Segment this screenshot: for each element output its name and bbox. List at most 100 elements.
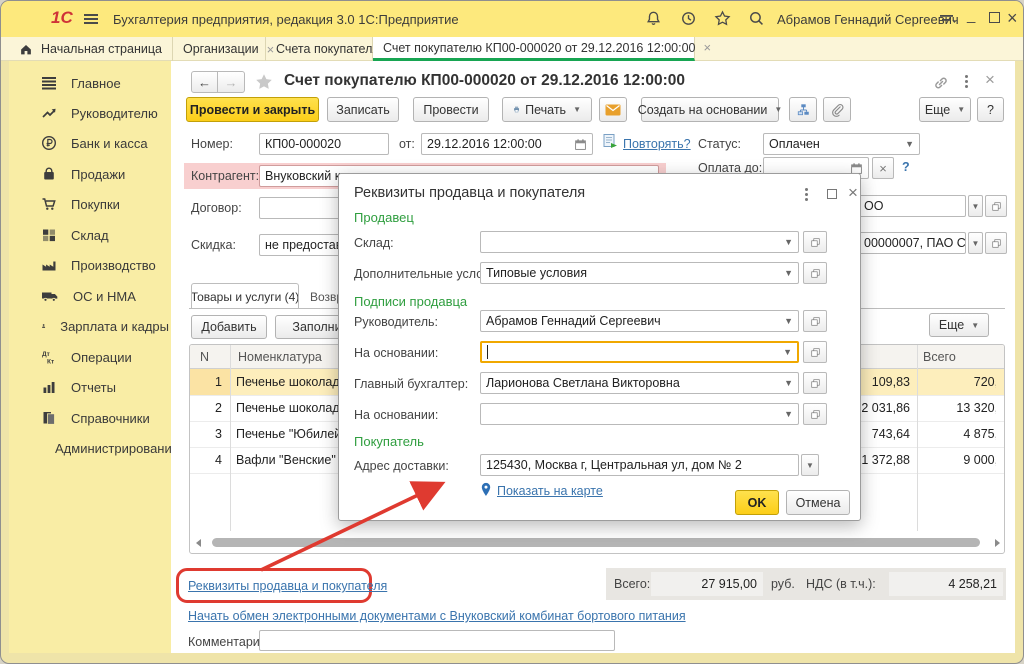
- sidebar-item-purchases[interactable]: Покупки: [19, 190, 169, 218]
- comment-input[interactable]: [259, 630, 615, 651]
- row-total: 13 320,00: [920, 401, 996, 415]
- organization-open-button[interactable]: [985, 195, 1007, 217]
- favorite-star-icon[interactable]: [254, 72, 274, 92]
- cart-icon: [41, 196, 57, 212]
- accountant-field[interactable]: Ларионова Светлана Викторовна▼: [480, 372, 799, 394]
- table-more-button[interactable]: Еще▼: [929, 313, 989, 337]
- post-button[interactable]: Провести: [413, 97, 489, 122]
- form-more-button[interactable]: Еще▼: [919, 97, 971, 122]
- add-row-button[interactable]: Добавить: [191, 315, 267, 339]
- form-more-icon[interactable]: [965, 75, 968, 88]
- help-button[interactable]: ?: [977, 97, 1004, 122]
- warehouse-open-button[interactable]: [803, 231, 827, 253]
- sidebar-item-salary-hr[interactable]: Зарплата и кадры: [19, 312, 169, 340]
- sidebar-item-administration[interactable]: Администрирование: [19, 434, 169, 462]
- search-icon[interactable]: [748, 10, 765, 27]
- basis2-field[interactable]: ▼: [480, 403, 799, 425]
- conditions-field[interactable]: Типовые условия▼: [480, 262, 799, 284]
- address-field[interactable]: 125430, Москва г, Центральная ул, дом № …: [480, 454, 799, 476]
- basis2-open-button[interactable]: [803, 403, 827, 425]
- warehouse-field[interactable]: ▼: [480, 231, 799, 253]
- forward-button[interactable]: →: [218, 71, 245, 93]
- tab-goods-services[interactable]: Товары и услуги (4): [191, 283, 299, 309]
- bank-account-open-button[interactable]: [985, 232, 1007, 254]
- current-user[interactable]: Абрамов Геннадий Сергеевич: [777, 12, 959, 27]
- dialog-maximize-icon[interactable]: [827, 189, 837, 199]
- get-link-icon[interactable]: [933, 75, 949, 91]
- col-header-nomenclature[interactable]: Номенклатура: [238, 350, 322, 364]
- email-button[interactable]: [599, 97, 627, 122]
- conditions-open-button[interactable]: [803, 262, 827, 284]
- sidebar-item-sales[interactable]: Продажи: [19, 160, 169, 188]
- print-button[interactable]: Печать▼: [502, 97, 592, 122]
- sidebar-item-directories[interactable]: Справочники: [19, 404, 169, 432]
- accountant-open-button[interactable]: [803, 372, 827, 394]
- main-menu-icon[interactable]: [83, 12, 99, 26]
- clear-date-button[interactable]: ×: [872, 157, 894, 179]
- history-icon[interactable]: [680, 10, 697, 27]
- pay-until-help-link[interactable]: ?: [902, 160, 910, 174]
- head-open-button[interactable]: [803, 310, 827, 332]
- minimize-icon[interactable]: _: [967, 7, 975, 24]
- sidebar-item-reports[interactable]: Отчеты: [19, 373, 169, 401]
- address-dropdown-button[interactable]: ▼: [801, 454, 819, 476]
- dialog-close-icon[interactable]: ×: [848, 183, 858, 203]
- form-close-icon[interactable]: ×: [985, 70, 995, 90]
- window-tab-bar: Начальная страница Организации× Счета по…: [1, 37, 1024, 61]
- structure-button[interactable]: [789, 97, 817, 122]
- cancel-button[interactable]: Отмена: [786, 490, 850, 515]
- scroll-left-icon[interactable]: [196, 539, 201, 547]
- sidebar-item-manager[interactable]: Руководителю: [19, 99, 169, 127]
- back-button[interactable]: ←: [191, 71, 218, 93]
- dialog-more-icon[interactable]: [805, 188, 808, 201]
- sidebar-item-main[interactable]: Главное: [19, 69, 169, 97]
- organization-dropdown-button[interactable]: ▼: [968, 195, 983, 217]
- sidebar-item-production[interactable]: Производство: [19, 251, 169, 279]
- edi-exchange-link[interactable]: Начать обмен электронными документами с …: [188, 609, 686, 623]
- horizontal-scrollbar[interactable]: [194, 536, 1000, 549]
- ok-button[interactable]: OK: [735, 490, 779, 515]
- basis1-field-focused[interactable]: ▼: [480, 341, 799, 363]
- chevron-down-icon[interactable]: ▼: [780, 378, 793, 388]
- attachments-button[interactable]: [823, 97, 851, 122]
- tab-close-icon[interactable]: ×: [704, 40, 712, 55]
- scrollbar-thumb[interactable]: [212, 538, 980, 547]
- head-field[interactable]: Абрамов Геннадий Сергеевич▼: [480, 310, 799, 332]
- date-field[interactable]: 29.12.2016 12:00:00: [421, 133, 593, 155]
- tab-customer-invoices[interactable]: Счета покупателям×: [266, 37, 373, 61]
- chevron-down-icon[interactable]: ▼: [780, 409, 793, 419]
- calendar-icon[interactable]: [574, 138, 587, 151]
- user-settings-icon[interactable]: [939, 12, 957, 26]
- chevron-down-icon[interactable]: ▼: [780, 237, 793, 247]
- notifications-bell-icon[interactable]: [645, 10, 662, 27]
- chevron-down-icon[interactable]: ▼: [780, 268, 793, 278]
- chevron-down-icon[interactable]: ▼: [780, 316, 793, 326]
- register-records-icon[interactable]: [602, 133, 619, 149]
- tab-organizations[interactable]: Организации×: [173, 37, 266, 61]
- col-header-total[interactable]: Всего: [923, 350, 956, 364]
- seller-buyer-details-link[interactable]: Реквизиты продавца и покупателя: [188, 579, 387, 593]
- chevron-down-icon[interactable]: ▼: [901, 139, 914, 149]
- sidebar-item-warehouse[interactable]: Склад: [19, 221, 169, 249]
- sidebar-item-bank-cash[interactable]: Банк и касса: [19, 129, 169, 157]
- repeat-link[interactable]: Повторять?: [623, 137, 691, 151]
- post-and-close-button[interactable]: Провести и закрыть: [186, 97, 319, 122]
- bank-account-dropdown-button[interactable]: ▼: [968, 232, 983, 254]
- status-select[interactable]: Оплачен▼: [763, 133, 920, 155]
- tab-home[interactable]: Начальная страница: [9, 37, 173, 61]
- col-header-n[interactable]: N: [200, 350, 209, 364]
- chevron-down-icon[interactable]: ▼: [779, 347, 792, 357]
- scroll-right-icon[interactable]: [995, 539, 1000, 547]
- number-field[interactable]: КП00-000020: [259, 133, 389, 155]
- basis1-open-button[interactable]: [803, 341, 827, 363]
- window-close-icon[interactable]: ×: [1007, 9, 1018, 27]
- favorites-star-icon[interactable]: [714, 10, 731, 27]
- sidebar-item-operations[interactable]: ДтКт Операции: [19, 343, 169, 371]
- maximize-icon[interactable]: [989, 12, 1000, 23]
- date-prefix-label: от:: [399, 137, 415, 151]
- create-on-base-button[interactable]: Создать на основании▼: [641, 97, 779, 122]
- show-on-map-link[interactable]: Показать на карте: [497, 484, 603, 498]
- tab-invoice-document[interactable]: Счет покупателю КП00-000020 от 29.12.201…: [373, 37, 695, 61]
- sidebar-item-fixed-assets[interactable]: ОС и НМА: [19, 282, 169, 310]
- write-button[interactable]: Записать: [327, 97, 399, 122]
